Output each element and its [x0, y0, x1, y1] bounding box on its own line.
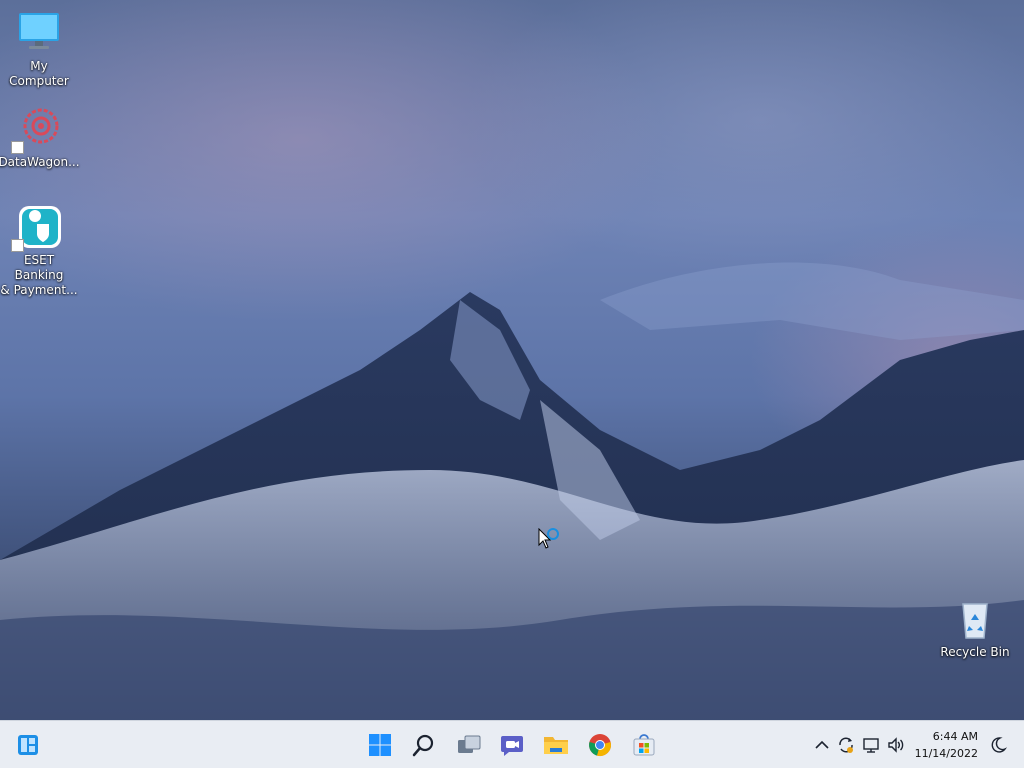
task-view-button[interactable]: [451, 727, 487, 763]
desktop-icon-label: My Computer: [9, 59, 69, 88]
search-button[interactable]: [406, 727, 442, 763]
clock-time: 6:44 AM: [932, 730, 978, 743]
chat-icon: [501, 736, 523, 756]
windows-start-icon: [369, 734, 391, 756]
datawagon-icon: [11, 104, 63, 154]
start-button[interactable]: [362, 727, 398, 763]
busy-cursor-icon: [538, 528, 559, 549]
desktop-icon-label: DataWagon...: [0, 155, 80, 169]
network-icon[interactable]: [862, 735, 882, 755]
desktop-icon-eset-banking[interactable]: ESET Banking & Payment...: [0, 202, 78, 298]
search-icon: [412, 734, 434, 757]
sync-icon[interactable]: [836, 735, 856, 755]
desktop-icon-my-computer[interactable]: My Computer: [0, 8, 78, 89]
recycle-bin-icon: [951, 594, 999, 642]
desktop-icon-datawagon[interactable]: DataWagon...: [0, 104, 80, 170]
shortcut-arrow-icon: [11, 141, 24, 154]
clock[interactable]: 6:44 AM 11/14/2022: [915, 728, 978, 762]
desktop-icon-label: ESET Banking & Payment...: [0, 253, 78, 297]
volume-icon[interactable]: [886, 735, 906, 755]
focus-moon-icon[interactable]: [988, 735, 1008, 755]
store-icon: [633, 734, 655, 756]
desktop[interactable]: My Computer DataWagon... ESET Banking & …: [0, 0, 1024, 720]
chrome-icon: [589, 734, 611, 756]
desktop-icon-recycle-bin[interactable]: Recycle Bin: [936, 594, 1014, 660]
store-button[interactable]: [626, 727, 662, 763]
shortcut-arrow-icon: [11, 239, 24, 252]
clock-date: 11/14/2022: [914, 747, 978, 760]
chat-button[interactable]: [494, 727, 530, 763]
file-explorer-icon: [544, 737, 568, 754]
widgets-icon: [18, 735, 38, 755]
eset-icon: [11, 202, 63, 252]
widgets-button[interactable]: [10, 727, 46, 763]
taskbar: 6:44 AM 11/14/2022: [0, 720, 1024, 768]
monitor-icon: [15, 8, 63, 56]
file-explorer-button[interactable]: [538, 727, 574, 763]
chevron-up-icon[interactable]: [812, 735, 832, 755]
wallpaper: [0, 262, 1024, 720]
task-view-icon: [458, 735, 481, 753]
desktop-icon-label: Recycle Bin: [940, 645, 1010, 659]
chrome-button[interactable]: [582, 727, 618, 763]
